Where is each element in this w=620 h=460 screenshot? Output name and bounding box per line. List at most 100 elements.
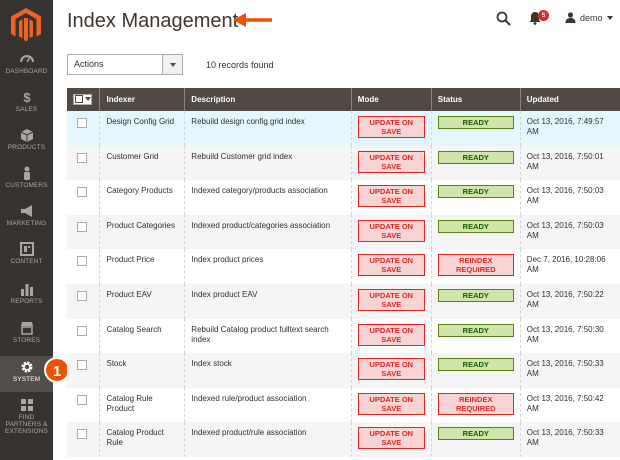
row-select-cell: [67, 249, 101, 284]
updated-cell: Oct 13, 2016, 7:50:03 AM: [520, 214, 620, 250]
table-row[interactable]: Design Config Grid Rebuild design config …: [67, 111, 620, 146]
status-badge: REINDEX REQUIRED: [437, 254, 514, 277]
nav-products[interactable]: PRODUCTS: [0, 128, 53, 166]
records-count: 10 records found: [206, 60, 274, 70]
status-cell: READY: [431, 180, 521, 215]
mode-badge: UPDATE ON SAVE: [357, 288, 425, 311]
nav-stores[interactable]: STORES: [0, 321, 53, 359]
nav-content[interactable]: CONTENT: [0, 242, 53, 280]
row-select-cell: [67, 353, 101, 388]
nav-marketing[interactable]: MARKETING: [0, 204, 53, 242]
updated-cell: Oct 13, 2016, 7:50:30 AM: [526, 324, 604, 344]
status-cell: REINDEX REQUIRED: [431, 249, 521, 284]
row-checkbox[interactable]: [77, 152, 87, 163]
page-title: Index Management: [67, 10, 239, 32]
table-row[interactable]: Category Products Indexed category/produc…: [67, 180, 620, 215]
nav-label: PRODUCTS: [7, 144, 46, 151]
indexer-cell: Catalog Search: [99, 318, 186, 354]
indexer-cell: Product Categories: [99, 214, 186, 250]
status-badge: READY: [437, 116, 514, 129]
mode-cell: UPDATE ON SAVE: [351, 180, 432, 215]
row-checkbox[interactable]: [77, 360, 87, 371]
row-checkbox[interactable]: [77, 394, 87, 405]
status-badge: READY: [437, 185, 514, 199]
row-checkbox[interactable]: [77, 118, 87, 128]
nav-label: REPORTS: [10, 298, 43, 305]
nav-find-partners[interactable]: FIND PARTNERS & EXTENSIONS: [0, 398, 53, 438]
description-cell: Index product prices: [184, 249, 352, 284]
mode-cell: UPDATE ON SAVE: [351, 422, 432, 457]
mass-select-checkbox[interactable]: [73, 93, 92, 105]
mode-badge: UPDATE ON SAVE: [357, 150, 425, 173]
layout-icon: [19, 242, 34, 256]
description-cell: Rebuild design config grid index: [184, 111, 352, 146]
description-cell: Indexed product/rule association: [184, 422, 352, 457]
status-badge: READY: [437, 219, 514, 233]
row-select-cell: [67, 214, 101, 250]
status-cell: READY: [431, 353, 521, 388]
mode-badge: UPDATE ON SAVE: [357, 185, 425, 208]
table-row[interactable]: Catalog Rule Product Indexed rule/product…: [67, 387, 620, 423]
row-checkbox[interactable]: [77, 256, 87, 267]
row-checkbox[interactable]: [77, 325, 87, 336]
indexer-cell: Catalog Product Rule: [99, 422, 186, 457]
updated-cell: Oct 13, 2016, 7:50:33 AM: [520, 353, 620, 388]
updated-cell: Oct 13, 2016, 7:50:01 AM: [520, 145, 620, 181]
mode-cell: UPDATE ON SAVE: [351, 387, 432, 423]
indexer-cell: Customer Grid: [99, 145, 186, 181]
description-cell: Indexed product/categories association: [184, 214, 352, 250]
table-row[interactable]: Product EAV Index product EAV UPDATE ON SA…: [67, 283, 620, 319]
row-checkbox[interactable]: [77, 429, 87, 440]
column-header-indexer[interactable]: Indexer: [99, 88, 186, 111]
table-row[interactable]: Catalog Search Rebuild Catalog product fu…: [67, 318, 620, 354]
row-checkbox[interactable]: [77, 187, 87, 198]
mode-badge: UPDATE ON SAVE: [357, 323, 425, 346]
search-icon[interactable]: [496, 11, 511, 26]
updated-cell: Oct 13, 2016, 7:50:33 AM: [520, 422, 620, 457]
notification-count-badge[interactable]: 5: [538, 10, 549, 21]
column-header-description[interactable]: Description: [184, 88, 352, 111]
row-select-cell: [67, 180, 101, 215]
mode-badge: UPDATE ON SAVE: [357, 254, 425, 277]
mode-cell: UPDATE ON SAVE: [351, 145, 432, 181]
mass-select-header[interactable]: [67, 88, 101, 111]
bar-chart-icon: [20, 284, 33, 296]
status-badge: READY: [437, 288, 514, 302]
nav-label: CONTENT: [10, 258, 43, 265]
indexer-cell: Product Price: [99, 249, 186, 284]
column-header-status[interactable]: Status: [431, 88, 521, 111]
nav-sales[interactable]: $ SALES: [0, 90, 53, 128]
actions-label: Actions: [74, 59, 104, 69]
nav-reports[interactable]: REPORTS: [0, 282, 53, 320]
nav-label: DASHBOARD: [5, 68, 48, 75]
puzzle-icon: [20, 399, 33, 411]
status-cell: REINDEX REQUIRED: [431, 387, 521, 423]
updated-cell: Dec 7, 2016, 10:28:06 AM: [526, 255, 606, 275]
magento-logo[interactable]: [9, 7, 43, 43]
user-menu[interactable]: demo: [565, 12, 613, 23]
mode-cell: UPDATE ON SAVE: [351, 318, 432, 354]
status-badge: READY: [437, 358, 514, 372]
table-row[interactable]: Customer Grid Rebuild Customer grid index…: [67, 145, 620, 181]
chevron-down-icon: [85, 97, 91, 102]
table-row[interactable]: Catalog Product Rule Indexed product/rule…: [67, 422, 620, 457]
table-row[interactable]: Product Categories Indexed product/catego…: [67, 214, 620, 250]
row-select-cell: [67, 422, 101, 457]
dashboard-icon: [19, 55, 34, 63]
table-row[interactable]: Product Price Index product prices UPDATE …: [67, 249, 620, 284]
mode-cell: UPDATE ON SAVE: [351, 353, 432, 388]
column-header-mode[interactable]: Mode: [351, 88, 432, 111]
person-icon: [23, 166, 30, 180]
mode-badge: UPDATE ON SAVE: [357, 116, 425, 138]
nav-customers[interactable]: CUSTOMERS: [0, 166, 53, 204]
column-header-updated[interactable]: Updated: [520, 88, 620, 111]
updated-cell: Oct 13, 2016, 7:50:22 AM: [520, 283, 620, 319]
svg-text:$: $: [23, 90, 31, 104]
nav-dashboard[interactable]: DASHBOARD: [0, 52, 53, 90]
megaphone-icon: [20, 205, 32, 217]
table-row[interactable]: Stock Index stock UPDATE ON SAVE READY Oct 1…: [67, 353, 620, 388]
row-checkbox[interactable]: [77, 290, 87, 301]
actions-dropdown[interactable]: Actions: [67, 54, 183, 75]
user-name: demo: [580, 12, 603, 23]
row-checkbox[interactable]: [77, 221, 87, 232]
